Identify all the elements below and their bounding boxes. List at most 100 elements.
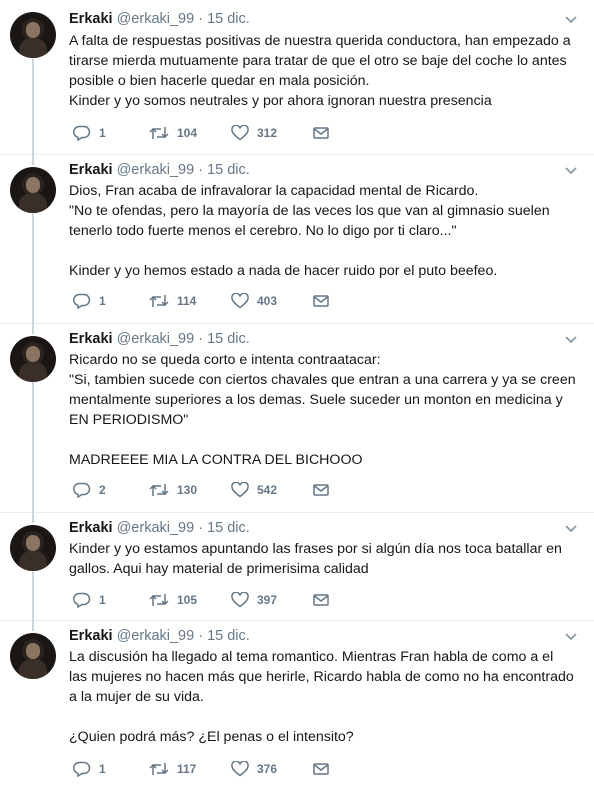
timestamp[interactable]: 15 dic. (207, 11, 250, 27)
chevron-down-icon[interactable] (564, 335, 578, 345)
envelope-icon (313, 763, 329, 775)
handle[interactable]: @erkaki_99 (117, 628, 195, 644)
tweet-line: Ricardo no se queda corto e intenta cont… (69, 352, 381, 368)
tweet-line: tirarse mierda mutuamente para tratar de… (69, 53, 567, 69)
timestamp[interactable]: 15 dic. (207, 628, 250, 644)
reply-icon (73, 761, 91, 777)
display-name[interactable]: Erkaki (69, 11, 113, 27)
tweet[interactable]: Erkaki @erkaki_99 · 15 dic. La discusión… (0, 621, 594, 788)
thread-line (32, 382, 34, 513)
reply-icon (73, 125, 91, 141)
like-button[interactable]: 403 (231, 292, 277, 310)
tweet-line: Dios, Fran acaba de infravalorar la capa… (69, 183, 479, 199)
retweet-icon (149, 484, 169, 496)
avatar[interactable] (10, 633, 56, 679)
envelope-icon (313, 127, 329, 139)
heart-icon (231, 761, 249, 777)
display-name[interactable]: Erkaki (69, 162, 113, 178)
thread-line (32, 213, 34, 324)
like-button[interactable]: 376 (231, 760, 277, 778)
like-button[interactable]: 542 (231, 481, 277, 499)
display-name[interactable]: Erkaki (69, 331, 113, 347)
thread-line (32, 513, 34, 523)
envelope-icon (313, 594, 329, 606)
avatar[interactable] (10, 525, 56, 571)
separator: · (198, 520, 204, 536)
heart-icon (231, 482, 249, 498)
chevron-down-icon[interactable] (564, 166, 578, 176)
reply-button[interactable]: 1 (73, 124, 106, 142)
handle[interactable]: @erkaki_99 (117, 520, 195, 536)
tweet-line: gallos. Aqui hay material de primerisima… (69, 561, 369, 577)
avatar[interactable] (10, 12, 56, 58)
retweet-button[interactable]: 130 (149, 481, 197, 499)
tweet[interactable]: Erkaki @erkaki_99 · 15 dic. A falta de r… (0, 0, 594, 155)
tweet-line: Kinder y yo somos neutrales y por ahora … (69, 93, 492, 109)
avatar[interactable] (10, 336, 56, 382)
message-button[interactable] (313, 481, 329, 499)
thread-line (32, 571, 34, 621)
reply-button[interactable]: 1 (73, 591, 106, 609)
message-button[interactable] (313, 591, 329, 609)
handle[interactable]: @erkaki_99 (117, 331, 195, 347)
reply-count: 1 (99, 762, 106, 776)
separator: · (198, 11, 204, 27)
retweet-icon (149, 594, 169, 606)
like-count: 312 (257, 126, 278, 140)
retweet-button[interactable]: 114 (149, 292, 196, 310)
tweet[interactable]: Erkaki @erkaki_99 · 15 dic. Ricardo no s… (0, 324, 594, 513)
tweet-line: EN PERIODISMO" (69, 412, 189, 428)
avatar[interactable] (10, 167, 56, 213)
envelope-icon (313, 484, 329, 496)
like-count: 542 (257, 483, 278, 497)
reply-count: 1 (99, 593, 106, 607)
tweet-text: La discusión ha llegado al tema romantic… (69, 647, 579, 747)
retweet-button[interactable]: 104 (149, 124, 197, 142)
display-name[interactable]: Erkaki (69, 520, 113, 536)
tweet-thread: Erkaki @erkaki_99 · 15 dic. A falta de r… (0, 0, 594, 788)
tweet-line: a la mujer de su vida. (69, 689, 204, 705)
separator: · (198, 331, 204, 347)
tweet-text: A falta de respuestas positivas de nuest… (69, 31, 579, 111)
thread-line (32, 58, 34, 155)
tweet-line: mentalmente superiores a los demas. Suel… (69, 392, 563, 408)
like-count: 376 (257, 762, 278, 776)
thread-line (32, 155, 34, 165)
tweet[interactable]: Erkaki @erkaki_99 · 15 dic. Kinder y yo … (0, 513, 594, 621)
tweet-line (69, 241, 579, 261)
tweet-line (69, 430, 579, 450)
tweet-line: MADREEEE MIA LA CONTRA DEL BICHOOO (69, 452, 363, 468)
reply-button[interactable]: 1 (73, 760, 106, 778)
tweet-line: ¿Quien podrá más? ¿El penas o el intensi… (69, 729, 354, 745)
tweet-line: A falta de respuestas positivas de nuest… (69, 33, 571, 49)
chevron-down-icon[interactable] (564, 632, 578, 642)
handle[interactable]: @erkaki_99 (117, 11, 195, 27)
message-button[interactable] (313, 292, 329, 310)
timestamp[interactable]: 15 dic. (207, 162, 250, 178)
retweet-count: 105 (177, 593, 198, 607)
tweet-line: Kinder y yo hemos estado a nada de hacer… (69, 263, 498, 279)
tweet-line: Kinder y yo estamos apuntando las frases… (69, 541, 562, 557)
reply-count: 1 (99, 294, 106, 308)
message-button[interactable] (313, 124, 329, 142)
chevron-down-icon[interactable] (564, 524, 578, 534)
chevron-down-icon[interactable] (564, 15, 578, 25)
like-button[interactable]: 312 (231, 124, 277, 142)
handle[interactable]: @erkaki_99 (117, 162, 195, 178)
retweet-count: 130 (177, 483, 198, 497)
tweet[interactable]: Erkaki @erkaki_99 · 15 dic. Dios, Fran a… (0, 155, 594, 324)
reply-count: 2 (99, 483, 106, 497)
thread-line (32, 621, 34, 631)
timestamp[interactable]: 15 dic. (207, 520, 250, 536)
retweet-count: 114 (177, 294, 197, 308)
tweet-text: Kinder y yo estamos apuntando las frases… (69, 539, 579, 579)
reply-button[interactable]: 2 (73, 481, 106, 499)
heart-icon (231, 592, 249, 608)
display-name[interactable]: Erkaki (69, 628, 113, 644)
retweet-button[interactable]: 117 (149, 760, 196, 778)
like-button[interactable]: 397 (231, 591, 277, 609)
message-button[interactable] (313, 760, 329, 778)
retweet-button[interactable]: 105 (149, 591, 197, 609)
timestamp[interactable]: 15 dic. (207, 331, 250, 347)
reply-button[interactable]: 1 (73, 292, 106, 310)
